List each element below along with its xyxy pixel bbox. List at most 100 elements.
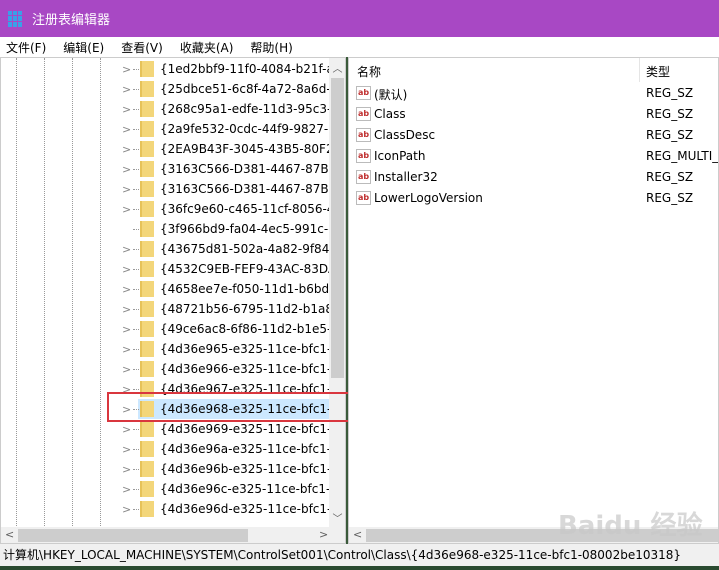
tree-connector (133, 189, 139, 190)
tree-item[interactable]: > {43675d81-502a-4a82-9f84-b (1, 239, 341, 259)
tree-item-label: {4d36e96d-e325-11ce-bfc1-0 (160, 502, 339, 516)
string-value-icon: ab (356, 86, 371, 100)
tree-item[interactable]: > {1ed2bbf9-11f0-4084-b21f-a (1, 59, 334, 79)
expand-chevron-icon[interactable]: > (122, 103, 131, 116)
expand-chevron-icon[interactable]: > (122, 323, 131, 336)
expand-chevron-icon[interactable]: > (122, 423, 131, 436)
scroll-down-icon[interactable]: ﹀ (329, 510, 345, 525)
tree-item[interactable]: > {2EA9B43F-3045-43B5-80F2- (1, 139, 338, 159)
tree-connector (133, 489, 139, 490)
expand-chevron-icon[interactable]: > (122, 263, 131, 276)
tree-item[interactable]: > {4d36e96b-e325-11ce-bfc1-0 (1, 459, 339, 479)
tree-item[interactable]: > {4d36e96d-e325-11ce-bfc1-0 (1, 499, 339, 519)
tree-item[interactable]: > {4d36e965-e325-11ce-bfc1-0 (1, 339, 339, 359)
status-bar-path: 计算机\HKEY_LOCAL_MACHINE\SYSTEM\ControlSet… (0, 544, 719, 566)
folder-icon (140, 221, 154, 237)
column-header-name[interactable]: 名称 (357, 63, 381, 80)
scroll-thumb[interactable] (331, 78, 344, 378)
expand-chevron-icon[interactable]: > (122, 283, 131, 296)
tree-item[interactable]: > {3163C566-D381-4467-87BC- (1, 159, 341, 179)
scroll-left-icon[interactable]: < (5, 528, 14, 541)
expand-chevron-icon[interactable]: > (122, 483, 131, 496)
tree-item[interactable]: > {4d36e96c-e325-11ce-bfc1-0 (1, 479, 338, 499)
tree-item-label: {4d36e96b-e325-11ce-bfc1-0 (160, 462, 339, 476)
scroll-up-icon[interactable]: ︿ (329, 60, 345, 75)
tree-connector (133, 249, 139, 250)
folder-icon (140, 441, 154, 457)
value-name: (默认) (374, 88, 408, 102)
value-row[interactable]: ab LowerLogoVersion REG_SZ (349, 188, 718, 209)
values-list: 名称 类型 ab (默认) REG_SZ ab Class REG_SZ ab ClassDe… (348, 57, 719, 544)
value-row[interactable]: abIconPath REG_MULTI_SZ (349, 146, 718, 167)
menu-file[interactable]: 文件(F) (6, 39, 46, 56)
expand-chevron-icon[interactable]: > (122, 123, 131, 136)
folder-icon (140, 101, 154, 117)
tree-vertical-scrollbar[interactable]: ︿ ﹀ (329, 58, 345, 528)
expand-chevron-icon[interactable]: > (122, 443, 131, 456)
tree-connector (133, 209, 139, 210)
expand-chevron-icon[interactable]: > (122, 463, 131, 476)
tree-connector (133, 269, 139, 270)
tree-item[interactable]: {3f966bd9-fa04-4ec5-991c-d (1, 219, 336, 239)
menu-view[interactable]: 查看(V) (121, 39, 163, 56)
expand-chevron-icon[interactable]: > (122, 83, 131, 96)
scroll-thumb[interactable] (18, 529, 248, 542)
expand-chevron-icon[interactable]: > (122, 63, 131, 76)
expand-chevron-icon[interactable]: > (122, 303, 131, 316)
value-row[interactable]: ab Class REG_SZ (349, 104, 718, 125)
value-row[interactable]: ab ClassDesc REG_SZ (349, 125, 718, 146)
tree-item[interactable]: > {36fc9e60-c465-11cf-8056-44 (1, 199, 342, 219)
value-type: REG_MULTI_SZ (646, 149, 719, 163)
tree-connector (133, 289, 139, 290)
expand-chevron-icon[interactable]: > (122, 163, 131, 176)
tree-item-label: {4658ee7e-f050-11d1-b6bd-0 (160, 282, 342, 296)
scroll-right-icon[interactable]: > (319, 528, 328, 541)
folder-icon (140, 481, 154, 497)
expand-chevron-icon[interactable]: > (122, 183, 131, 196)
folder-icon (140, 461, 154, 477)
tree-connector (133, 509, 139, 510)
tree-item[interactable]: > {4d36e966-e325-11ce-bfc1-0 (1, 359, 339, 379)
expand-chevron-icon[interactable]: > (122, 143, 131, 156)
folder-icon (140, 341, 154, 357)
tree-item[interactable]: > {48721b56-6795-11d2-b1a8-0 (1, 299, 345, 319)
tree-item-label: {25dbce51-6c8f-4a72-8a6d-b (160, 82, 339, 96)
registry-tree: > {1ed2bbf9-11f0-4084-b21f-a > {25dbce51-6c… (0, 57, 346, 544)
tree-item-label: {4d36e966-e325-11ce-bfc1-0 (160, 362, 340, 376)
menu-favorites[interactable]: 收藏夹(A) (180, 39, 234, 56)
tree-item[interactable]: > {4658ee7e-f050-11d1-b6bd-0 (1, 279, 341, 299)
menu-help[interactable]: 帮助(H) (250, 39, 292, 56)
tree-horizontal-scrollbar[interactable]: < > (1, 527, 345, 543)
tree-item[interactable]: > {4d36e969-e325-11ce-bfc1-0 (1, 419, 339, 439)
scroll-left-icon[interactable]: < (353, 528, 362, 541)
tree-item-label: {4d36e96c-e325-11ce-bfc1-0 (160, 482, 338, 496)
tree-item[interactable]: > {25dbce51-6c8f-4a72-8a6d-b (1, 79, 338, 99)
menu-edit[interactable]: 编辑(E) (63, 39, 104, 56)
expand-chevron-icon[interactable]: > (122, 503, 131, 516)
expand-chevron-icon[interactable]: > (122, 343, 131, 356)
column-header-type[interactable]: 类型 (646, 63, 670, 80)
string-value-icon: ab (356, 149, 371, 163)
tree-connector (133, 429, 139, 430)
expand-chevron-icon[interactable]: > (122, 363, 131, 376)
value-type: REG_SZ (646, 170, 694, 184)
folder-icon (140, 241, 154, 257)
tree-item[interactable]: > {4532C9EB-FEF9-43AC-83DA- (1, 259, 340, 279)
value-row[interactable]: ab (默认) REG_SZ (349, 83, 718, 104)
folder-icon (140, 321, 154, 337)
value-name: Class (374, 107, 406, 121)
tree-item[interactable]: > {4d36e96a-e325-11ce-bfc1-0 (1, 439, 339, 459)
value-row[interactable]: ab Installer32 REG_SZ (349, 167, 718, 188)
value-name: Installer32 (374, 170, 438, 184)
expand-chevron-icon[interactable]: > (122, 243, 131, 256)
list-header: 名称 类型 (349, 58, 718, 82)
tree-item[interactable]: > {268c95a1-edfe-11d3-95c3-0 (1, 99, 339, 119)
tree-item-label: {268c95a1-edfe-11d3-95c3-0 (160, 102, 339, 116)
tree-connector (133, 129, 139, 130)
expand-chevron-icon[interactable]: > (122, 203, 131, 216)
tree-item-label: {4d36e965-e325-11ce-bfc1-0 (160, 342, 340, 356)
tree-item[interactable]: > {3163C566-D381-4467-87BC- (1, 179, 341, 199)
tree-item[interactable]: > {49ce6ac8-6f86-11d2-b1e5-0 (1, 319, 339, 339)
tree-item[interactable]: > {2a9fe532-0cdc-44f9-9827-7 (1, 119, 336, 139)
tree-connector (133, 69, 139, 70)
